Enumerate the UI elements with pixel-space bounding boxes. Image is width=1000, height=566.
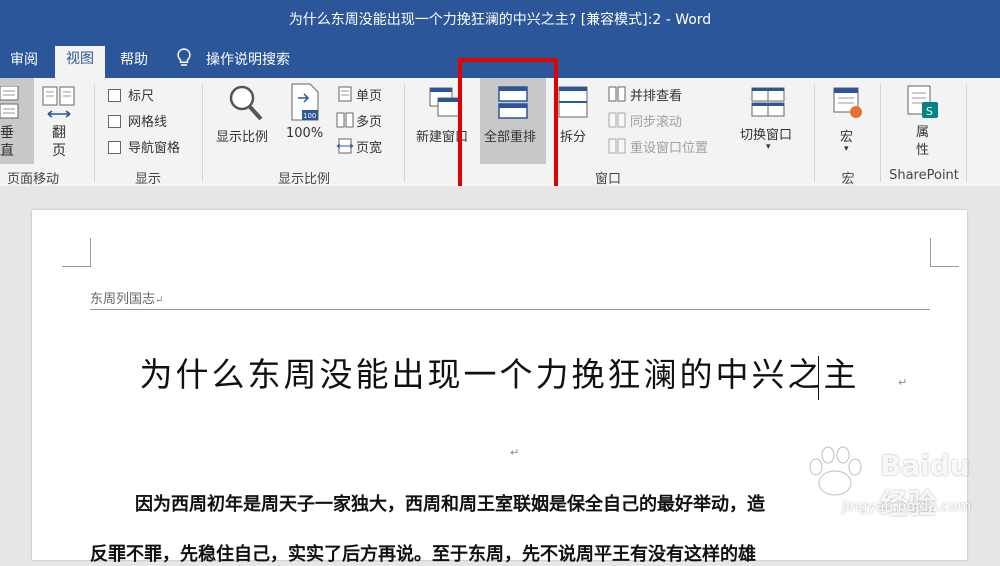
zoom-group-label: 显示比例 (277, 172, 330, 187)
flip-page-button[interactable]: 翻 页 (40, 78, 78, 164)
divider (94, 84, 95, 182)
body-paragraph-line: 因为西周初年是周天子一家独大，西周和周王室联姻是保全自己的最好举动，造 (135, 494, 765, 515)
flip-page-label: 翻 页 (52, 125, 66, 159)
tab-review[interactable]: 审阅 (10, 48, 38, 78)
zoom-100-label: 100% (286, 126, 324, 141)
document-title: 为什么东周没能出现一个力挽狂澜的中兴之主 (139, 355, 860, 394)
nav-pane-checkbox[interactable] (108, 141, 121, 154)
text-cursor (818, 356, 819, 400)
ruler-checkbox[interactable] (108, 89, 121, 102)
switch-windows-label: 切换窗口 (740, 128, 793, 143)
header-rule (90, 309, 930, 310)
vertical-label: 垂 直 (0, 125, 14, 159)
zoom-button[interactable]: 显示比例 (214, 78, 278, 164)
reset-window-position-button: 重设窗口位置 (608, 136, 728, 156)
sync-scroll-label: 同步滚动 (630, 115, 683, 130)
header-text: 东周列国志 (90, 292, 156, 307)
multiple-pages-icon (336, 112, 354, 128)
macros-icon (833, 87, 862, 118)
view-side-by-side-button[interactable]: 并排查看 (608, 84, 718, 104)
page-width-icon (336, 138, 354, 154)
divider (404, 84, 405, 182)
lightbulb-icon (177, 48, 191, 66)
paragraph-mark: ↵ (510, 446, 520, 459)
zoom-100-button[interactable]: 100 100% (284, 78, 330, 164)
page-width-button[interactable]: 页宽 (336, 136, 394, 156)
paragraph-mark: ↵ (898, 376, 908, 389)
divider (966, 84, 967, 182)
chevron-down-icon: ▾ (766, 142, 771, 152)
reset-window-icon (608, 138, 626, 154)
chevron-down-icon: ▾ (844, 144, 849, 154)
split-icon (558, 86, 588, 118)
highlight-box (458, 58, 558, 192)
one-page-icon (338, 86, 352, 102)
side-by-side-label: 并排查看 (630, 89, 683, 104)
page-movement-group-label: 页面移动 (6, 172, 59, 187)
divider (880, 84, 881, 182)
baidu-watermark: Baidu 经验 jingyan.baidu.com (790, 445, 990, 525)
tab-help[interactable]: 帮助 (120, 48, 148, 78)
synchronous-scrolling-button: 同步滚动 (608, 110, 718, 130)
split-button[interactable]: 拆分 (556, 78, 596, 164)
macros-label: 宏 (840, 130, 854, 145)
multiple-pages-label: 多页 (356, 115, 383, 130)
one-page-label: 单页 (356, 89, 383, 104)
window-title: 为什么东周没能出现一个力挽狂澜的中兴之主? [兼容模式]:2 - Word (288, 12, 712, 28)
magnifier-icon (229, 85, 263, 121)
svg-text:S: S (926, 105, 933, 118)
zoom-label: 显示比例 (216, 130, 269, 145)
window-group-label: 窗口 (594, 172, 621, 187)
vertical-page-icon (0, 86, 19, 119)
ruler-label: 标尺 (128, 89, 155, 104)
show-group-label: 显示 (134, 172, 161, 187)
page-width-label: 页宽 (356, 141, 383, 156)
switch-windows-icon (751, 87, 785, 117)
new-window-icon (429, 87, 461, 117)
gridlines-label: 网格线 (128, 115, 168, 130)
sync-scroll-icon (608, 112, 626, 128)
body-paragraph-line: 反罪不罪，先稳住自己，实实了后方再说。至于东周，先不说周平王有没有这样的雄 (90, 544, 756, 565)
svg-text:100: 100 (303, 112, 316, 120)
tell-me-search[interactable]: 操作说明搜索 (206, 48, 290, 78)
multiple-pages-button[interactable]: 多页 (336, 110, 394, 130)
switch-windows-button[interactable]: 切换窗口 ▾ (736, 78, 802, 164)
macros-button[interactable]: 宏 ▾ (826, 78, 872, 164)
gridlines-checkbox[interactable] (108, 115, 121, 128)
divider (202, 84, 203, 182)
watermark-url: jingyan.baidu.com (842, 499, 972, 515)
vertical-button[interactable]: 垂 直 (0, 78, 34, 164)
sharepoint-properties-icon: S (907, 85, 938, 118)
properties-button[interactable]: S 属 性 (896, 78, 952, 164)
macros-group-label: 宏 (841, 172, 855, 187)
title-bar: 为什么东周没能出现一个力挽狂澜的中兴之主? [兼容模式]:2 - Word (0, 0, 1000, 38)
divider (814, 84, 815, 182)
document-header: 东周列国志↵ (90, 292, 164, 307)
tab-view[interactable]: 视图 (55, 46, 105, 78)
margin-corner (62, 238, 91, 267)
zoom-100-icon: 100 (291, 83, 319, 121)
properties-label: 属 性 (916, 125, 930, 158)
nav-pane-label: 导航窗格 (128, 141, 181, 156)
side-by-side-icon (608, 86, 626, 102)
reset-window-label: 重设窗口位置 (630, 141, 709, 156)
one-page-button[interactable]: 单页 (336, 84, 394, 104)
sharepoint-group-label: SharePoint (889, 168, 959, 183)
flip-page-icon (42, 86, 75, 118)
paw-logo-icon (809, 446, 862, 496)
margin-corner (930, 238, 959, 267)
split-label: 拆分 (560, 130, 587, 145)
